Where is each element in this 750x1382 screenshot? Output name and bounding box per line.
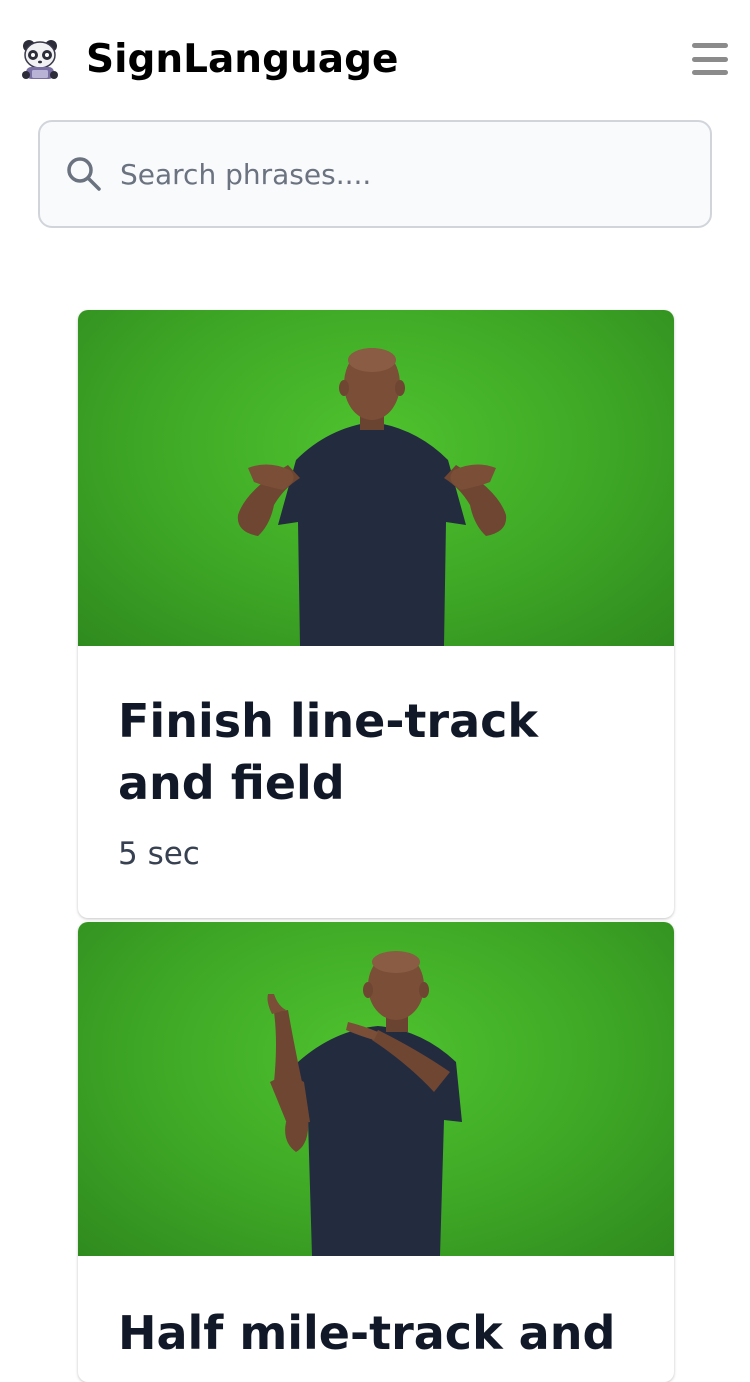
- phrase-duration: 5 sec: [118, 836, 200, 872]
- hamburger-menu-icon[interactable]: [692, 43, 728, 75]
- menu-line: [692, 43, 728, 48]
- phrase-card[interactable]: Finish line-track and field 5 sec: [78, 310, 674, 918]
- phrase-title[interactable]: Finish line-track and field: [118, 690, 638, 814]
- panda-logo-icon[interactable]: [20, 38, 60, 82]
- menu-line: [692, 70, 728, 75]
- menu-line: [692, 56, 728, 62]
- phrase-title[interactable]: Half mile-track and: [118, 1302, 638, 1364]
- video-thumbnail[interactable]: [78, 922, 674, 1256]
- search-input[interactable]: [120, 146, 680, 202]
- search-box[interactable]: [38, 120, 712, 228]
- phrase-card[interactable]: Half mile-track and: [78, 922, 674, 1382]
- app-title[interactable]: SignLanguage: [86, 36, 398, 84]
- signer-figure: [237, 348, 507, 646]
- signer-figure: [267, 951, 462, 1256]
- app-header: SignLanguage: [0, 0, 750, 120]
- search-icon: [64, 154, 104, 194]
- video-thumbnail[interactable]: [78, 310, 674, 646]
